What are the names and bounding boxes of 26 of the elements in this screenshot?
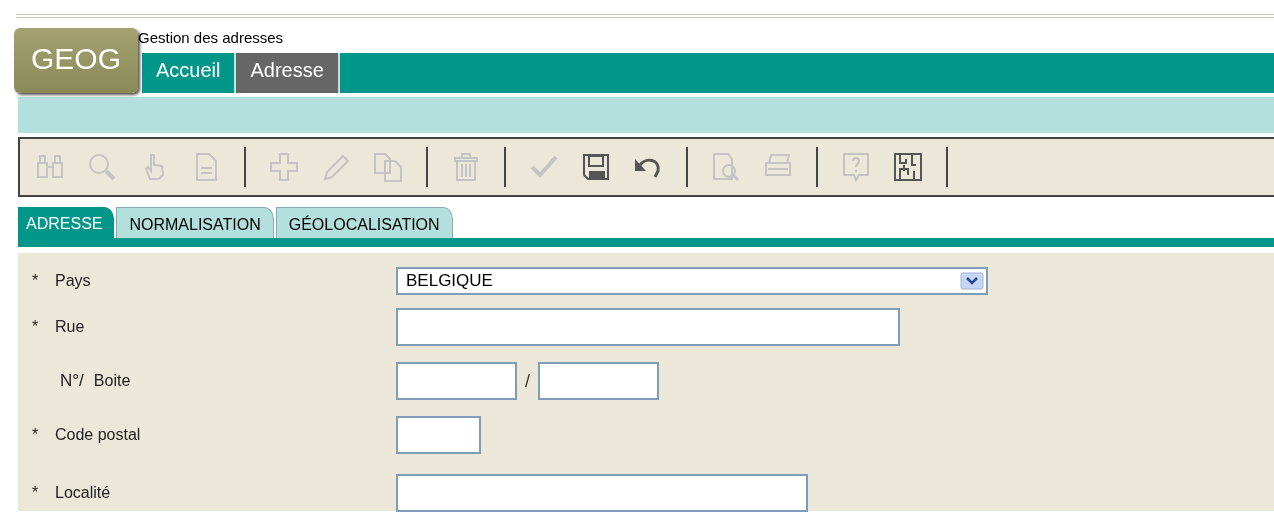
country-select[interactable]: BELGIQUE (396, 267, 988, 295)
field-label: Pays (55, 272, 91, 290)
required-marker: * (32, 426, 40, 444)
field-label: Rue (55, 318, 85, 336)
input-field[interactable] (396, 416, 481, 454)
field-label: Boite (93, 372, 131, 390)
field-label: Localité (55, 484, 111, 502)
input-field[interactable] (396, 362, 517, 400)
field-label: N°/ (60, 371, 84, 391)
field-label: Code postal (55, 426, 141, 444)
save-icon[interactable] (580, 151, 612, 183)
input-field[interactable] (396, 308, 900, 346)
form-tab[interactable]: ADRESSE (18, 207, 115, 238)
form-tab[interactable]: GÉOLOCALISATION (275, 207, 453, 238)
nav-tab[interactable]: Adresse (236, 53, 340, 93)
input-field[interactable] (538, 362, 659, 400)
input-field[interactable] (396, 474, 808, 512)
caret-icon (960, 272, 984, 290)
app-logo: GEOG (14, 28, 138, 93)
required-marker: * (32, 272, 40, 290)
required-marker: * (32, 484, 40, 502)
page-title: Gestion des adresses (138, 28, 285, 48)
maze-icon[interactable] (892, 151, 924, 183)
separator-text: / (525, 370, 530, 392)
form-tab[interactable]: NORMALISATION (116, 207, 274, 238)
required-marker: * (32, 318, 40, 336)
